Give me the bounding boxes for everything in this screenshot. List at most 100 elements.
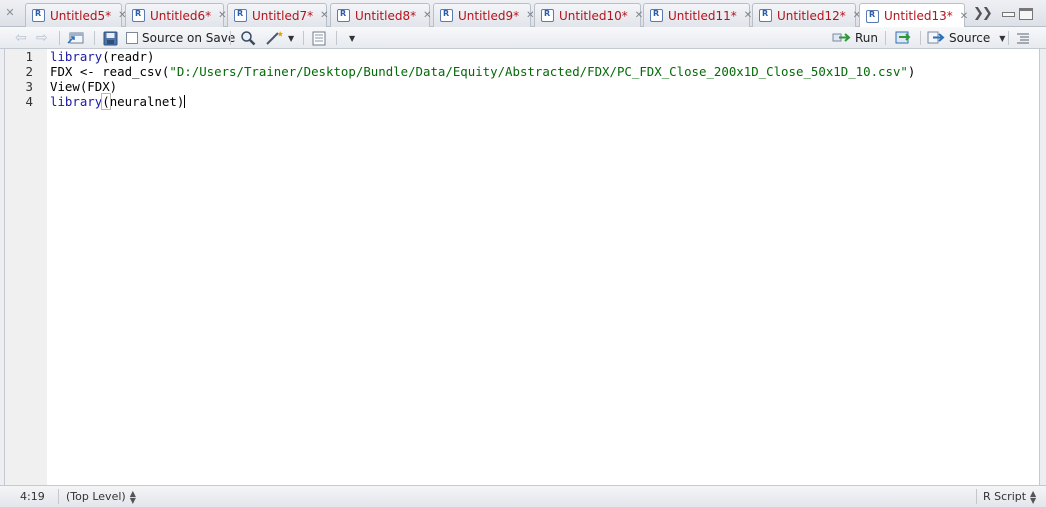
arrow-left-icon: ⇦ [15, 30, 27, 46]
status-divider [58, 489, 59, 504]
editor-toolbar: ⇦ ⇨ Source on Save ▼ ▼ Run Source ▼ [0, 27, 1046, 49]
file-type-selector[interactable]: R Script ▲ ▼ [983, 489, 1036, 504]
document-outline-button[interactable] [1016, 30, 1030, 46]
show-in-new-window-button[interactable] [67, 30, 85, 46]
code-line[interactable]: 1 library(readr) [5, 49, 1035, 64]
r-file-icon [650, 9, 663, 22]
keyword: library [50, 49, 103, 64]
scope-selector[interactable]: (Top Level) ▲ ▼ [66, 489, 136, 504]
tab-untitled11[interactable]: Untitled11* ✕ [643, 3, 752, 27]
tab-untitled10[interactable]: Untitled10* ✕ [534, 3, 643, 27]
close-icon[interactable]: ✕ [320, 10, 328, 21]
updown-arrows-icon: ▲ ▼ [129, 488, 136, 505]
text-cursor [184, 95, 186, 108]
r-file-icon [234, 9, 247, 22]
tab-label: Untitled12* [777, 8, 846, 23]
rerun-button[interactable] [894, 30, 914, 46]
save-button[interactable] [103, 30, 118, 46]
run-label: Run [855, 31, 879, 45]
tab-untitled9[interactable]: Untitled9* ✕ [433, 3, 535, 27]
toolbar-divider [94, 31, 95, 45]
r-file-icon [32, 9, 45, 22]
r-file-icon [132, 9, 145, 22]
toolbar-divider [303, 31, 304, 45]
tab-untitled13[interactable]: Untitled13* ✕ [859, 3, 968, 28]
toolbar-divider [59, 31, 60, 45]
close-icon[interactable]: ✕ [744, 10, 752, 21]
updown-arrows-icon: ▲ ▼ [1030, 488, 1037, 505]
code-text: View(FDX) [50, 79, 118, 94]
editor-status-bar: 4:19 (Top Level) ▲ ▼ R Script ▲ ▼ [0, 485, 1046, 507]
close-icon[interactable]: ✕ [635, 10, 643, 21]
tab-label: Untitled9* [458, 8, 520, 23]
code-text: FDX <- read_csv("D:/Users/Trainer/Deskto… [50, 64, 915, 79]
code-fragment: FDX <- read_csv( [50, 64, 170, 79]
search-icon [241, 31, 256, 46]
outline-icon [1017, 33, 1029, 44]
line-number: 3 [25, 79, 33, 94]
code-editor[interactable]: 1 library(readr) 2 FDX <- read_csv("D:/U… [4, 49, 1040, 485]
more-options-dropdown[interactable]: ▼ [346, 30, 355, 46]
chevron-down-icon: ▼ [349, 33, 356, 43]
tab-untitled5[interactable]: Untitled5* ✕ [25, 3, 127, 27]
source-label: Source [949, 31, 991, 45]
find-replace-button[interactable] [240, 30, 256, 46]
scope-label: (Top Level) [66, 490, 126, 503]
line-number: 4 [25, 94, 33, 109]
tab-untitled12[interactable]: Untitled12* ✕ [752, 3, 861, 27]
tab-label: Untitled5* [50, 8, 112, 23]
close-all-icon[interactable]: ✕ [3, 5, 17, 21]
source-on-save-checkbox[interactable] [126, 32, 138, 44]
r-file-icon [541, 9, 554, 22]
tab-untitled6[interactable]: Untitled6* ✕ [125, 3, 227, 27]
line-number-gutter [5, 49, 47, 485]
code-fragment: ) [907, 64, 916, 79]
notebook-icon [312, 31, 326, 45]
source-icon [927, 31, 945, 44]
chevron-down-icon[interactable]: ▼ [999, 34, 1005, 43]
code-fragment: neuralnet) [109, 94, 185, 109]
new-window-icon [67, 32, 84, 44]
tab-label: Untitled7* [252, 8, 314, 23]
keyword: library [50, 94, 103, 109]
maximize-pane-icon[interactable] [1019, 8, 1033, 20]
tab-label: Untitled11* [668, 8, 737, 23]
rerun-icon [895, 31, 911, 44]
tab-label: Untitled6* [150, 8, 212, 23]
run-arrow-icon [832, 33, 851, 42]
arrow-right-icon: ⇨ [36, 30, 48, 46]
close-icon[interactable]: ✕ [960, 11, 968, 22]
source-on-save-toggle[interactable]: Source on Save [126, 30, 235, 46]
forward-button[interactable]: ⇨ [36, 30, 48, 46]
compile-report-button[interactable] [311, 30, 327, 46]
tab-untitled7[interactable]: Untitled7* ✕ [227, 3, 329, 27]
cursor-position: 4:19 [20, 490, 45, 503]
code-fragment: (readr) [102, 49, 155, 64]
code-tools-button[interactable]: ▼ [265, 30, 294, 46]
magic-wand-icon [266, 31, 283, 45]
back-button[interactable]: ⇦ [15, 30, 27, 46]
source-on-save-label: Source on Save [142, 31, 236, 45]
status-divider [976, 489, 977, 504]
run-button[interactable]: Run [832, 30, 878, 46]
code-text: library(neuralnet) [50, 93, 186, 110]
r-file-icon [440, 9, 453, 22]
source-button[interactable]: Source ▼ [927, 30, 1005, 46]
code-line[interactable]: 3 View(FDX) [5, 79, 1035, 94]
toolbar-divider [885, 31, 886, 45]
code-line[interactable]: 2 FDX <- read_csv("D:/Users/Trainer/Desk… [5, 64, 1035, 79]
tab-label: Untitled8* [355, 8, 417, 23]
toolbar-divider [1008, 31, 1009, 45]
save-icon [103, 31, 118, 45]
tab-overflow-icon[interactable]: ❯❯ [973, 6, 993, 21]
code-line[interactable]: 4 library(neuralnet) [5, 93, 1035, 110]
close-icon[interactable]: ✕ [423, 10, 431, 21]
tab-untitled8[interactable]: Untitled8* ✕ [330, 3, 432, 27]
line-number: 2 [25, 64, 33, 79]
chevron-down-icon: ▼ [288, 33, 295, 43]
close-icon[interactable]: ✕ [218, 10, 226, 21]
string-literal: "D:/Users/Trainer/Desktop/Bundle/Data/Eq… [169, 64, 908, 79]
minimize-pane-icon[interactable] [1002, 12, 1015, 17]
matched-paren: ( [101, 93, 111, 110]
line-number: 1 [25, 49, 33, 64]
